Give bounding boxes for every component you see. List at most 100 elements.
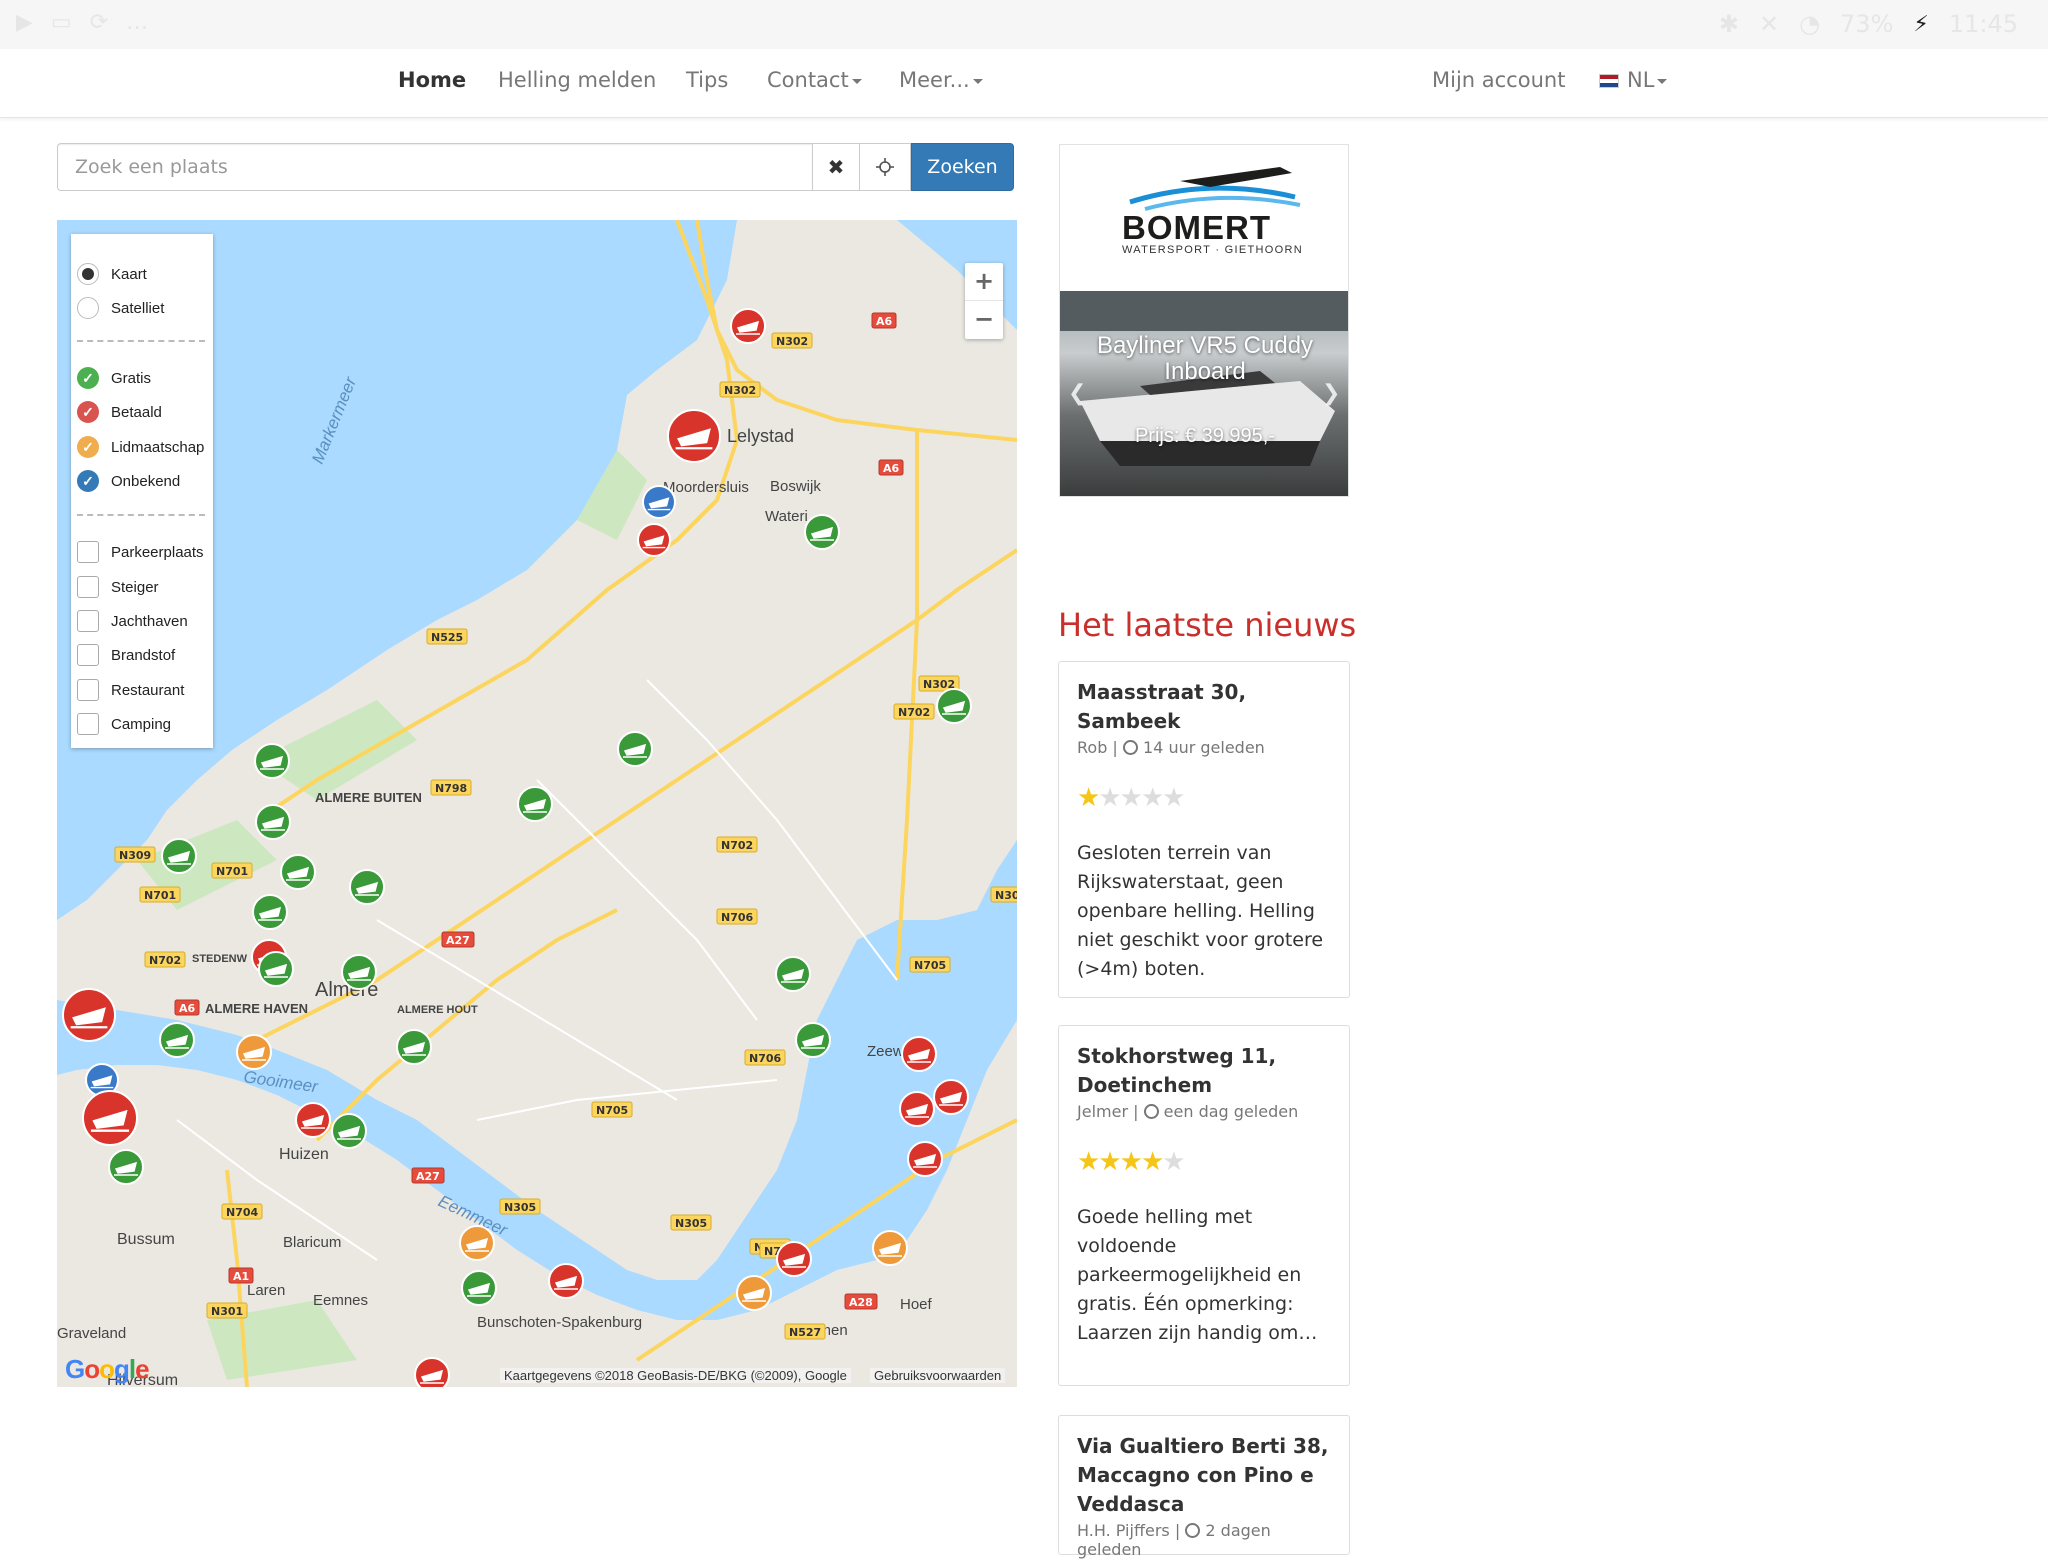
road-shield-label: N701 — [216, 865, 248, 878]
helling-marker[interactable] — [461, 1270, 497, 1306]
helling-marker[interactable] — [414, 1357, 450, 1387]
filter-camping[interactable]: Camping — [77, 711, 171, 737]
helling-marker[interactable] — [736, 1275, 772, 1311]
label-stedenw: STEDENW — [192, 953, 248, 965]
helling-marker[interactable] — [899, 1091, 935, 1127]
nav-meer[interactable]: Meer... — [899, 49, 983, 118]
helling-marker[interactable] — [161, 838, 197, 874]
helling-marker[interactable] — [331, 1113, 367, 1149]
search-input[interactable] — [57, 143, 812, 191]
news-author: Jelmer — [1077, 1102, 1129, 1121]
checkbox[interactable] — [77, 644, 99, 666]
helling-marker[interactable] — [396, 1029, 432, 1065]
map-type-kaart[interactable]: Kaart — [77, 261, 147, 287]
helling-marker[interactable] — [254, 743, 290, 779]
nav-helling-melden[interactable]: Helling melden — [498, 49, 656, 118]
helling-marker[interactable] — [617, 731, 653, 767]
checkbox[interactable] — [77, 610, 99, 632]
filter-gratis[interactable]: ✓ Gratis — [77, 365, 151, 391]
advertisement[interactable]: BOMERT WATERSPORT · GIETHOORN ❮ ❯ Baylin… — [1059, 144, 1349, 497]
helling-marker[interactable] — [159, 1022, 195, 1058]
nav-tips[interactable]: Tips — [686, 49, 728, 118]
helling-marker[interactable] — [280, 854, 316, 890]
helling-marker[interactable] — [776, 1241, 812, 1277]
helling-marker[interactable] — [933, 1079, 969, 1115]
helling-marker[interactable] — [108, 1149, 144, 1185]
helling-marker[interactable] — [349, 869, 385, 905]
helling-marker[interactable] — [459, 1225, 495, 1261]
nav-account[interactable]: Mijn account — [1432, 49, 1565, 118]
checkbox[interactable] — [77, 713, 99, 735]
map-type-satelliet[interactable]: Satelliet — [77, 295, 164, 321]
check-icon[interactable]: ✓ — [77, 436, 99, 458]
filter-lidmaatschap[interactable]: ✓ Lidmaatschap — [77, 434, 204, 460]
legend-label: Kaart — [111, 265, 147, 283]
zoom-in-button[interactable]: + — [965, 263, 1003, 301]
nav-language[interactable]: NL — [1599, 49, 1668, 118]
star-icon: ★ — [1077, 783, 1100, 813]
helling-marker[interactable] — [252, 894, 288, 930]
map-terms-link[interactable]: Gebruiksvoorwaarden — [870, 1368, 1006, 1383]
road-shield-label: A6 — [883, 462, 900, 475]
news-card[interactable]: Maasstraat 30, Sambeek Rob | 14 uur gele… — [1058, 661, 1350, 998]
label-moordersluis: Moordersluis — [663, 479, 749, 496]
checkbox[interactable] — [77, 576, 99, 598]
filter-onbekend[interactable]: ✓ Onbekend — [77, 468, 180, 494]
helling-marker[interactable] — [901, 1036, 937, 1072]
check-icon[interactable]: ✓ — [77, 470, 99, 492]
filter-parkeerplaats[interactable]: Parkeerplaats — [77, 539, 204, 565]
ad-boat-photo[interactable]: ❮ ❯ Bayliner VR5 Cuddy Inboard Prijs: € … — [1060, 291, 1348, 496]
check-icon[interactable]: ✓ — [77, 367, 99, 389]
bluetooth-icon: ✱ — [1718, 10, 1739, 38]
helling-marker[interactable] — [642, 485, 676, 519]
helling-marker[interactable] — [637, 523, 671, 557]
helling-marker[interactable] — [730, 308, 766, 344]
search-button[interactable]: Zoeken — [911, 143, 1014, 191]
helling-marker[interactable] — [517, 786, 553, 822]
caret-down-icon — [972, 78, 983, 84]
helling-marker[interactable] — [62, 988, 116, 1042]
map[interactable]: Lelystad Boswijk Moordersluis Wateri ALM… — [57, 220, 1017, 1387]
nav-contact[interactable]: Contact — [767, 49, 862, 118]
helling-marker[interactable] — [936, 688, 972, 724]
news-author: Rob — [1077, 738, 1108, 757]
road-shield-label: N302 — [724, 384, 756, 397]
helling-marker[interactable] — [236, 1034, 272, 1070]
locate-button[interactable] — [860, 143, 911, 191]
road-shield-label: N309 — [119, 849, 151, 862]
road-shield-label: A6 — [876, 315, 893, 328]
helling-marker[interactable] — [82, 1090, 138, 1146]
zoom-out-button[interactable]: − — [965, 301, 1003, 339]
news-title[interactable]: Stokhorstweg 11, Doetinchem — [1077, 1042, 1331, 1100]
helling-marker[interactable] — [667, 409, 721, 463]
filter-betaald[interactable]: ✓ Betaald — [77, 399, 162, 425]
filter-restaurant[interactable]: Restaurant — [77, 677, 184, 703]
news-card[interactable]: Via Gualtiero Berti 38, Maccagno con Pin… — [1058, 1415, 1350, 1559]
helling-marker[interactable] — [775, 956, 811, 992]
check-icon[interactable]: ✓ — [77, 401, 99, 423]
news-title[interactable]: Via Gualtiero Berti 38, Maccagno con Pin… — [1077, 1432, 1331, 1519]
filter-jachthaven[interactable]: Jachthaven — [77, 608, 188, 634]
checkbox[interactable] — [77, 679, 99, 701]
clear-button[interactable]: ✖ — [812, 143, 860, 191]
road-shield-label: N527 — [789, 1326, 821, 1339]
helling-marker[interactable] — [907, 1141, 943, 1177]
legend-label: Gratis — [111, 369, 152, 387]
helling-marker[interactable] — [872, 1230, 908, 1266]
label-blaricum: Blaricum — [283, 1234, 341, 1251]
radio-button[interactable] — [77, 297, 99, 319]
news-title[interactable]: Maasstraat 30, Sambeek — [1077, 678, 1331, 736]
helling-marker[interactable] — [255, 804, 291, 840]
filter-steiger[interactable]: Steiger — [77, 574, 159, 600]
nav-home[interactable]: Home — [398, 49, 466, 118]
news-card[interactable]: Stokhorstweg 11, Doetinchem Jelmer | een… — [1058, 1025, 1350, 1386]
helling-marker[interactable] — [548, 1263, 584, 1299]
radio-button-selected[interactable] — [77, 263, 99, 285]
helling-marker[interactable] — [341, 954, 377, 990]
helling-marker[interactable] — [258, 951, 294, 987]
helling-marker[interactable] — [295, 1102, 331, 1138]
helling-marker[interactable] — [795, 1022, 831, 1058]
helling-marker[interactable] — [804, 514, 840, 550]
filter-brandstof[interactable]: Brandstof — [77, 642, 175, 668]
checkbox[interactable] — [77, 541, 99, 563]
